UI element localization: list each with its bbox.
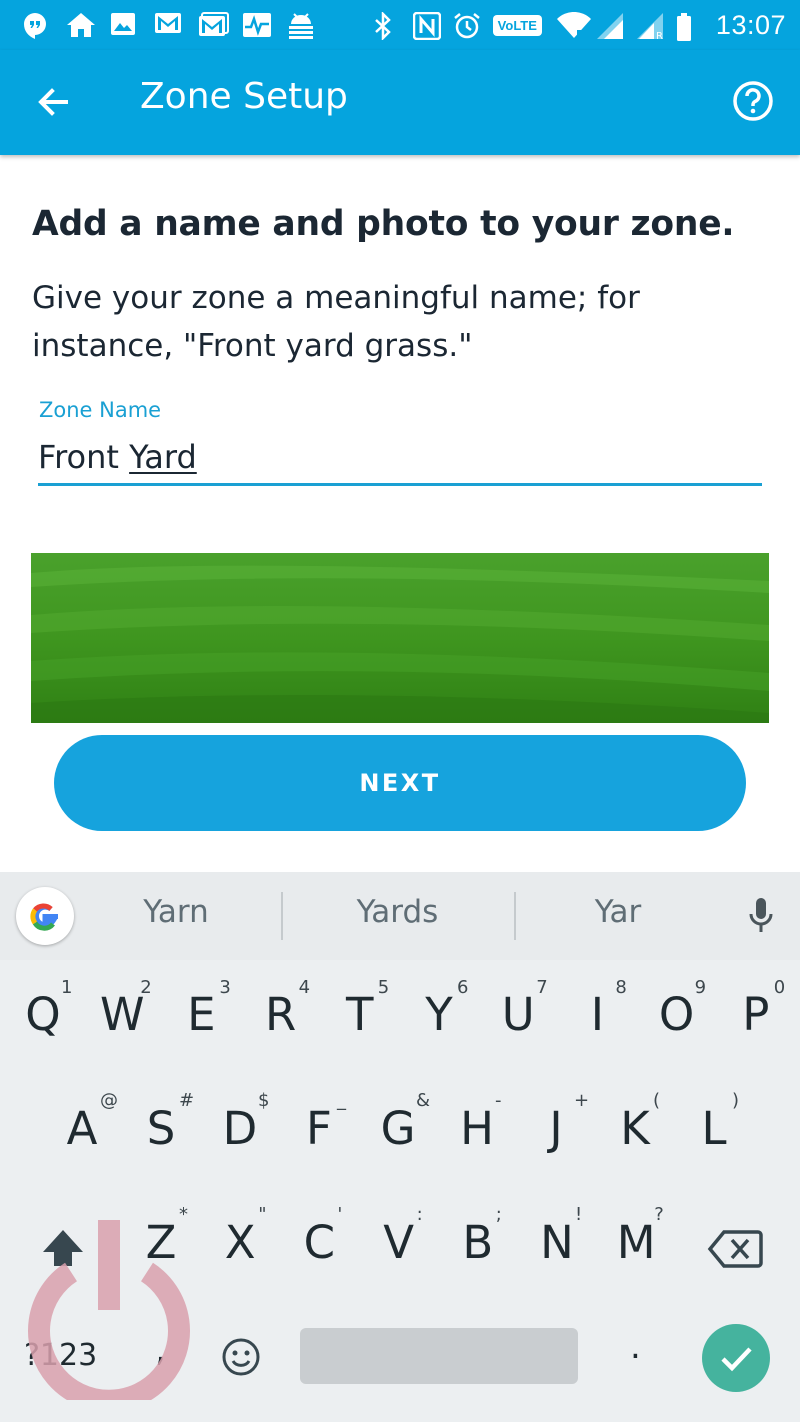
checkmark-icon — [721, 1347, 752, 1372]
key-hint: ) — [732, 1090, 740, 1111]
comma-key[interactable]: , — [155, 1330, 166, 1370]
zone-name-composing-text: Yard — [129, 438, 197, 476]
key-hint: $ — [258, 1090, 270, 1111]
suggestion-divider — [514, 892, 516, 940]
google-icon — [30, 903, 58, 931]
key-hint: 3 — [219, 977, 231, 998]
zone-name-input[interactable]: Front Yard — [38, 434, 762, 486]
key-b[interactable]: B — [443, 1216, 513, 1269]
period-key[interactable]: . — [630, 1327, 641, 1367]
suggestion-item[interactable]: Yarn — [100, 894, 252, 930]
battery-icon — [676, 12, 702, 41]
activity-icon — [242, 12, 271, 38]
page-title: Zone Setup — [140, 76, 348, 117]
key-hint: ! — [575, 1204, 583, 1225]
key-c[interactable]: C — [284, 1216, 354, 1269]
shift-icon — [43, 1230, 83, 1266]
volte-icon: VoLTE — [492, 14, 542, 36]
symbols-key[interactable]: ?123 — [24, 1338, 97, 1373]
alarm-icon — [453, 12, 480, 39]
zone-name-label: Zone Name — [39, 398, 162, 422]
key-hint: ; — [495, 1204, 502, 1225]
key-hint: * — [179, 1204, 188, 1225]
app-bar: Zone Setup — [0, 50, 800, 155]
key-hint: 7 — [536, 977, 548, 998]
help-button[interactable] — [732, 80, 774, 122]
key-hint: 2 — [140, 977, 152, 998]
status-bar: VoLTE R 13:07 — [0, 0, 800, 50]
help-icon — [733, 81, 773, 121]
key-hint: 6 — [457, 977, 469, 998]
next-button[interactable]: NEXT — [54, 735, 746, 831]
zone-photo[interactable] — [31, 553, 769, 723]
suggestion-item[interactable]: Yar — [542, 894, 694, 930]
key-hint: 9 — [694, 977, 707, 998]
key-hint: + — [574, 1090, 590, 1111]
key-hint: 5 — [377, 977, 390, 998]
emoji-icon — [222, 1338, 260, 1376]
suggestion-divider — [281, 892, 283, 940]
key-hint: 8 — [615, 977, 627, 998]
gmail-icon — [154, 12, 181, 38]
android-debug-icon — [286, 12, 313, 39]
signal-roaming-icon: R — [636, 12, 663, 42]
section-heading: Add a name and photo to your zone. — [32, 204, 735, 244]
key-h[interactable]: H — [442, 1102, 512, 1155]
back-arrow-icon — [38, 88, 68, 116]
key-hint: : — [416, 1204, 423, 1225]
suggestion-bar: Yarn Yards Yar — [0, 872, 800, 960]
key-hint: " — [258, 1204, 267, 1225]
emoji-key[interactable] — [218, 1334, 264, 1380]
google-logo-button[interactable] — [16, 887, 74, 945]
key-hint: & — [416, 1090, 431, 1111]
key-hint: - — [495, 1090, 502, 1111]
home-icon — [66, 12, 95, 38]
key-hint: 1 — [61, 977, 73, 998]
clock: 13:07 — [715, 9, 786, 40]
enter-key[interactable] — [702, 1324, 770, 1392]
zone-name-value: Front — [38, 438, 130, 476]
svg-text:R: R — [656, 31, 663, 40]
key-hint: # — [179, 1090, 195, 1111]
mic-icon — [749, 898, 773, 932]
space-key[interactable] — [300, 1328, 578, 1384]
gmail-icon — [198, 12, 229, 38]
key-hint: ? — [654, 1204, 664, 1225]
key-hint: @ — [100, 1090, 118, 1111]
hangouts-icon — [22, 12, 48, 39]
backspace-icon — [707, 1230, 763, 1268]
voice-input-button[interactable] — [746, 894, 776, 938]
key-hint: _ — [337, 1090, 346, 1111]
key-hint: 0 — [773, 977, 786, 998]
image-icon — [110, 12, 136, 38]
backspace-key[interactable] — [706, 1226, 764, 1272]
grass-image — [31, 553, 769, 723]
section-description: Give your zone a meaningful name; for in… — [32, 280, 640, 364]
notification-icons — [22, 10, 313, 40]
keyboard: Yarn Yards Yar Q 1 W 2 E 3 R 4 T 5 Y 6 U 7 I 8 O 9 P 0 A @ S # D… — [0, 872, 800, 1422]
shift-key[interactable] — [38, 1224, 88, 1274]
key-hint: ( — [653, 1090, 661, 1111]
key-hint: 4 — [298, 977, 311, 998]
wifi-icon — [556, 11, 591, 38]
system-icons: VoLTE R 13:07 — [373, 8, 786, 42]
screen: VoLTE R 13:07 Zone Setup Add a name and … — [0, 0, 800, 1422]
key-hint: ' — [337, 1204, 343, 1225]
nfc-icon — [412, 11, 441, 41]
signal-icon — [596, 12, 623, 39]
bluetooth-icon — [373, 10, 399, 42]
key-v[interactable]: V — [364, 1216, 434, 1269]
back-button[interactable] — [30, 80, 78, 124]
suggestion-item[interactable]: Yards — [320, 894, 475, 930]
